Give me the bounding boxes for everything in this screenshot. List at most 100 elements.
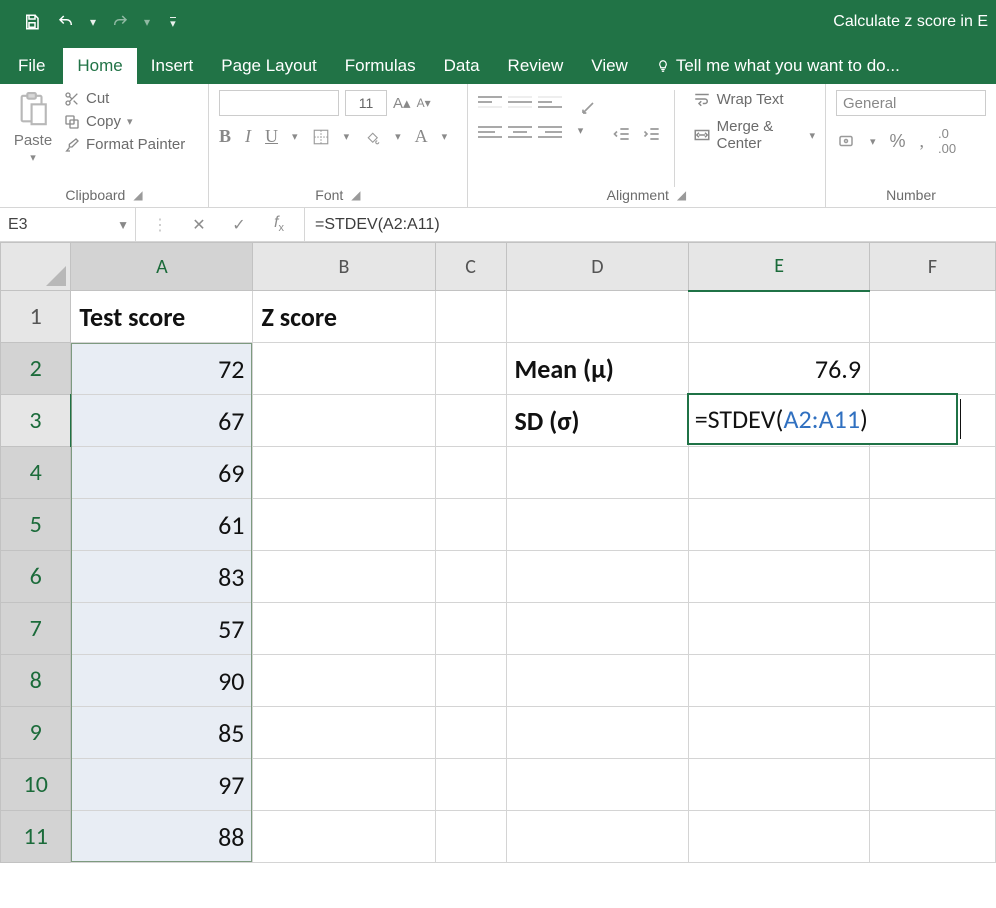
- format-painter-button[interactable]: Format Painter: [64, 136, 185, 153]
- cell-B9[interactable]: [253, 707, 435, 759]
- cell-F2[interactable]: [870, 343, 996, 395]
- cell-C10[interactable]: [435, 759, 506, 811]
- align-top-button[interactable]: [478, 90, 502, 114]
- cell-D5[interactable]: [506, 499, 689, 551]
- row-header-4[interactable]: 4: [1, 447, 71, 499]
- clipboard-launcher-icon[interactable]: ◢: [133, 188, 142, 202]
- cell-E4[interactable]: [689, 447, 870, 499]
- paste-dropdown-icon[interactable]: ▾: [30, 151, 36, 164]
- cell-D4[interactable]: [506, 447, 689, 499]
- cell-A1[interactable]: Test score: [71, 291, 253, 343]
- orientation-button[interactable]: [578, 98, 598, 118]
- number-format-dropdown[interactable]: General: [836, 90, 986, 116]
- cell-F11[interactable]: [870, 811, 996, 863]
- cell-C5[interactable]: [435, 499, 506, 551]
- cell-E8[interactable]: [689, 655, 870, 707]
- name-box[interactable]: E3 ▼: [0, 208, 136, 241]
- cell-D7[interactable]: [506, 603, 689, 655]
- cell-F10[interactable]: [870, 759, 996, 811]
- wrap-text-button[interactable]: Wrap Text: [693, 90, 815, 108]
- fill-color-button[interactable]: [363, 128, 381, 146]
- row-header-6[interactable]: 6: [1, 551, 71, 603]
- row-header-7[interactable]: 7: [1, 603, 71, 655]
- cell-A4[interactable]: 69: [71, 447, 253, 499]
- cell-C6[interactable]: [435, 551, 506, 603]
- underline-dropdown-icon[interactable]: ▾: [292, 130, 298, 143]
- cell-B6[interactable]: [253, 551, 435, 603]
- decrease-font-icon[interactable]: A▾: [417, 96, 431, 110]
- cell-D9[interactable]: [506, 707, 689, 759]
- tab-page-layout[interactable]: Page Layout: [207, 48, 330, 84]
- fill-dropdown-icon[interactable]: ▾: [395, 130, 401, 143]
- cell-F1[interactable]: [870, 291, 996, 343]
- align-bottom-button[interactable]: [538, 90, 562, 114]
- select-all-corner[interactable]: [1, 243, 71, 291]
- cell-A5[interactable]: 61: [71, 499, 253, 551]
- align-center-button[interactable]: [508, 120, 532, 144]
- cell-C3[interactable]: [435, 395, 506, 447]
- cell-B8[interactable]: [253, 655, 435, 707]
- cell-B11[interactable]: [253, 811, 435, 863]
- increase-decimal-button[interactable]: .0.00: [938, 126, 956, 156]
- col-header-D[interactable]: D: [506, 243, 689, 291]
- cell-F5[interactable]: [870, 499, 996, 551]
- bold-button[interactable]: B: [219, 126, 231, 147]
- tab-file[interactable]: File: [0, 48, 63, 84]
- col-header-E[interactable]: E: [689, 243, 870, 291]
- accounting-format-button[interactable]: [836, 132, 856, 150]
- font-name-dropdown[interactable]: [219, 90, 339, 116]
- paste-button[interactable]: Paste ▾: [10, 90, 56, 164]
- cell-A9[interactable]: 85: [71, 707, 253, 759]
- cell-B2[interactable]: [253, 343, 435, 395]
- underline-button[interactable]: U: [265, 126, 278, 147]
- cell-B5[interactable]: [253, 499, 435, 551]
- cell-D2[interactable]: Mean (μ): [506, 343, 689, 395]
- qat-customize-icon[interactable]: ▾: [170, 17, 176, 28]
- row-header-3[interactable]: 3: [1, 395, 71, 447]
- orientation-dropdown-icon[interactable]: ▾: [578, 124, 598, 137]
- cell-A10[interactable]: 97: [71, 759, 253, 811]
- cell-E9[interactable]: [689, 707, 870, 759]
- copy-dropdown-icon[interactable]: ▾: [127, 115, 133, 128]
- cell-F6[interactable]: [870, 551, 996, 603]
- cell-F8[interactable]: [870, 655, 996, 707]
- cell-E6[interactable]: [689, 551, 870, 603]
- borders-dropdown-icon[interactable]: ▾: [344, 130, 350, 143]
- alignment-launcher-icon[interactable]: ◢: [677, 188, 686, 202]
- col-header-F[interactable]: F: [870, 243, 996, 291]
- cell-editor[interactable]: =STDEV(A2:A11): [687, 393, 958, 445]
- cell-B10[interactable]: [253, 759, 435, 811]
- italic-button[interactable]: I: [245, 126, 251, 147]
- tell-me-search[interactable]: Tell me what you want to do...: [642, 48, 914, 84]
- name-box-dropdown-icon[interactable]: ▼: [117, 218, 129, 232]
- decrease-indent-button[interactable]: [612, 124, 632, 144]
- cell-C7[interactable]: [435, 603, 506, 655]
- row-header-8[interactable]: 8: [1, 655, 71, 707]
- cell-D11[interactable]: [506, 811, 689, 863]
- row-header-10[interactable]: 10: [1, 759, 71, 811]
- cell-B1[interactable]: Z score: [253, 291, 435, 343]
- align-left-button[interactable]: [478, 120, 502, 144]
- cell-F7[interactable]: [870, 603, 996, 655]
- tab-data[interactable]: Data: [430, 48, 494, 84]
- cell-F4[interactable]: [870, 447, 996, 499]
- merge-center-button[interactable]: Merge & Center ▾: [693, 118, 815, 152]
- cell-E2[interactable]: 76.9: [689, 343, 870, 395]
- cell-C2[interactable]: [435, 343, 506, 395]
- row-header-5[interactable]: 5: [1, 499, 71, 551]
- cell-F9[interactable]: [870, 707, 996, 759]
- accounting-dropdown-icon[interactable]: ▾: [870, 135, 876, 148]
- tab-view[interactable]: View: [577, 48, 642, 84]
- align-right-button[interactable]: [538, 120, 562, 144]
- cell-E1[interactable]: [689, 291, 870, 343]
- cell-D3[interactable]: SD (σ): [506, 395, 689, 447]
- cell-E7[interactable]: [689, 603, 870, 655]
- increase-indent-button[interactable]: [642, 124, 662, 144]
- cancel-edit-button[interactable]: ✕: [190, 215, 208, 235]
- cell-D6[interactable]: [506, 551, 689, 603]
- font-launcher-icon[interactable]: ◢: [351, 188, 360, 202]
- cell-A3[interactable]: 67: [71, 395, 253, 447]
- cell-E11[interactable]: [689, 811, 870, 863]
- undo-dropdown-icon[interactable]: ▾: [90, 15, 96, 29]
- confirm-edit-button[interactable]: ✓: [230, 215, 248, 235]
